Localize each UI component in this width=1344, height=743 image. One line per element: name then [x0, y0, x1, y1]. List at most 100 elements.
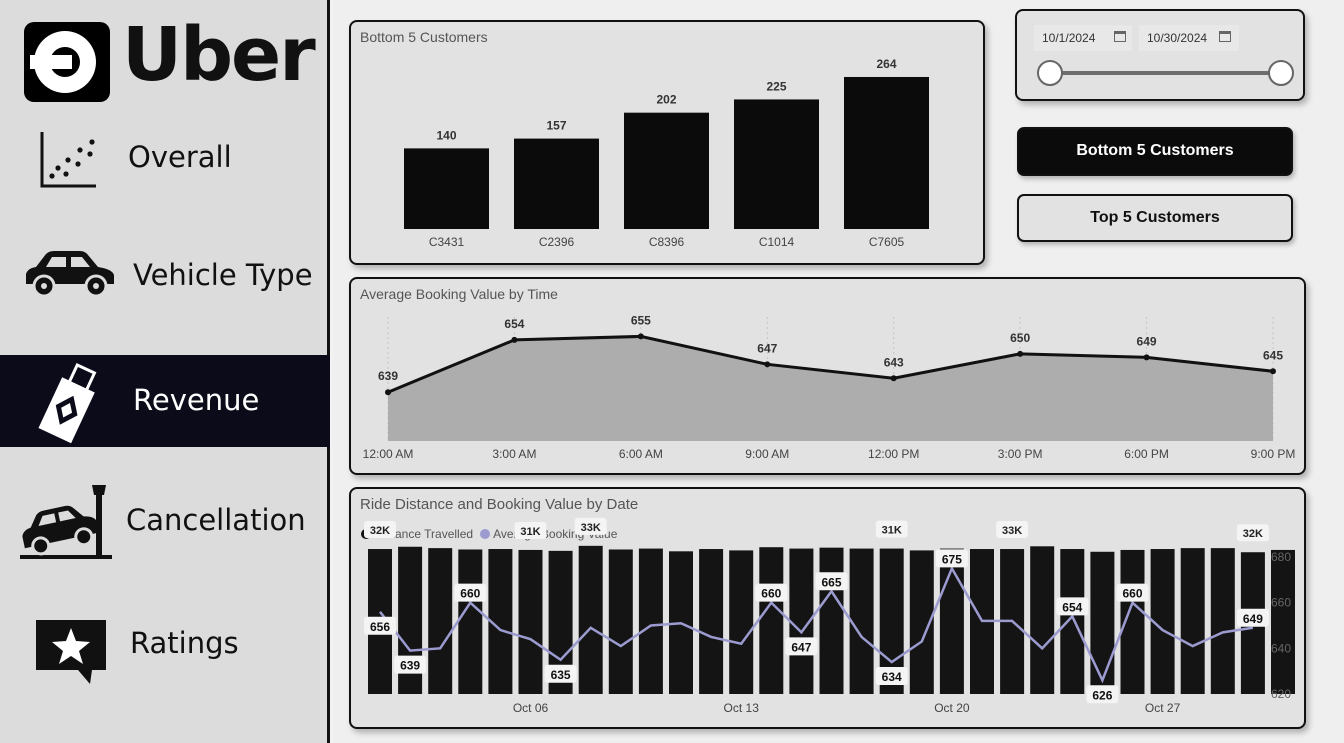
data-label: 660: [761, 587, 781, 601]
data-point: [637, 333, 644, 340]
data-label: 264: [876, 57, 896, 71]
data-label: 157: [546, 119, 566, 133]
x-tick-label: 3:00 PM: [998, 447, 1043, 461]
y2-tick-label: 640: [1271, 641, 1291, 655]
booking-by-time-card: Average Booking Value by Time 639 12:00 A…: [349, 277, 1306, 475]
data-label: 647: [791, 640, 811, 654]
bottom-customers-chart: 140 C3431 157 C2396 202 C8396 225 C1014 264 C7605: [404, 57, 929, 249]
x-tick-label: C3431: [429, 235, 465, 249]
bar: [699, 549, 724, 694]
x-tick-label: 6:00 AM: [619, 447, 663, 461]
x-tick-label: 6:00 PM: [1124, 447, 1169, 461]
data-point: [1017, 350, 1024, 357]
bottom-customers-button[interactable]: Bottom 5 Customers: [1017, 127, 1293, 176]
bar: [1060, 549, 1085, 694]
x-tick-label: 9:00 PM: [1251, 447, 1296, 461]
bar: [1090, 551, 1115, 694]
bar: [759, 547, 784, 694]
bar: [518, 549, 543, 694]
range-start-handle[interactable]: [1037, 60, 1063, 86]
data-label: 634: [882, 670, 902, 684]
bar: [1271, 549, 1295, 694]
sidebar: Uber Overall Vehicle Type Revenue Cancel…: [0, 0, 330, 743]
uber-logo: Uber: [22, 12, 316, 104]
data-label: 635: [551, 668, 571, 682]
x-tick-label: C7605: [869, 235, 905, 249]
bar: [819, 547, 844, 694]
bottom-customers-card: Bottom 5 Customers 140 C3431 157 C2396 202 C8…: [349, 20, 985, 265]
sidebar-item-label: Ratings: [130, 626, 239, 660]
bar: [1030, 546, 1055, 694]
sidebar-item-cancellation[interactable]: Cancellation: [0, 475, 330, 567]
y2-tick-label: 660: [1271, 596, 1291, 610]
x-tick-label: Oct 27: [1145, 701, 1181, 715]
data-label: 639: [378, 369, 398, 383]
y2-tick-label: 620: [1271, 687, 1291, 701]
booking-by-time-chart: 639 12:00 AM 654 3:00 AM 655 6:00 AM 647 9:00 A…: [363, 313, 1296, 461]
x-tick-label: C1014: [759, 235, 795, 249]
data-label: 654: [1062, 600, 1082, 614]
bar: [729, 550, 754, 694]
data-label: 660: [460, 587, 480, 601]
data-label: 647: [757, 341, 777, 355]
date-range-track[interactable]: [1050, 71, 1282, 75]
sidebar-item-vehicle-type[interactable]: Vehicle Type: [0, 230, 330, 322]
top-customers-button[interactable]: Top 5 Customers: [1017, 194, 1293, 242]
data-label: 675: [942, 552, 962, 566]
bar: [624, 112, 709, 229]
data-label: 656: [370, 620, 390, 634]
sidebar-item-label: Cancellation: [126, 503, 306, 537]
data-label: 32K: [370, 525, 390, 537]
sidebar-item-ratings[interactable]: Ratings: [0, 600, 330, 692]
bar: [428, 548, 453, 694]
data-point: [890, 375, 897, 382]
car-crash-icon: [20, 485, 112, 559]
calendar-icon[interactable]: [1219, 31, 1231, 42]
data-label: 665: [821, 575, 841, 589]
data-label: 225: [766, 79, 786, 93]
calendar-icon[interactable]: [1114, 31, 1126, 42]
logo-text: Uber: [122, 12, 316, 98]
x-tick-label: Oct 20: [934, 701, 970, 715]
star-speech-icon: [36, 620, 106, 684]
distance-booking-chart: 32K 31K 33K 31K 33K 32K 656 639 660 635 660 647 665 6…: [364, 517, 1295, 715]
data-label: 639: [400, 659, 420, 673]
data-label: 649: [1137, 334, 1157, 348]
x-tick-label: 3:00 AM: [492, 447, 536, 461]
scatter-chart-icon: [40, 132, 96, 188]
data-label: 654: [504, 317, 524, 331]
bar: [608, 549, 633, 694]
data-label: 645: [1263, 348, 1283, 362]
data-label: 33K: [1002, 525, 1022, 537]
data-label: 202: [656, 93, 676, 107]
distance-booking-card: Ride Distance and Booking Value by Date …: [349, 487, 1306, 729]
sidebar-item-label: Vehicle Type: [133, 258, 313, 292]
data-label: 31K: [882, 525, 902, 537]
date-slicer: 10/1/2024 10/30/2024: [1015, 9, 1305, 101]
x-tick-label: 12:00 PM: [868, 447, 919, 461]
range-end-handle[interactable]: [1268, 60, 1294, 86]
data-label: 140: [436, 128, 456, 142]
data-label: 32K: [1243, 528, 1263, 540]
data-point: [1270, 368, 1276, 375]
sidebar-item-revenue[interactable]: Revenue: [0, 355, 330, 447]
bar: [1180, 548, 1205, 694]
bar: [514, 138, 599, 229]
data-label: 33K: [581, 522, 601, 534]
car-icon: [26, 251, 114, 298]
data-label: 649: [1243, 612, 1263, 626]
sidebar-item-label: Revenue: [133, 383, 260, 417]
area-fill: [388, 336, 1273, 441]
x-tick-label: C2396: [539, 235, 575, 249]
data-point: [511, 336, 518, 343]
bar: [849, 548, 874, 694]
data-label: 626: [1092, 688, 1112, 702]
x-tick-label: Oct 06: [513, 701, 549, 715]
sidebar-item-overall[interactable]: Overall: [0, 112, 330, 204]
x-tick-label: 9:00 AM: [745, 447, 789, 461]
x-tick-label: Oct 13: [724, 701, 760, 715]
x-tick-label: C8396: [649, 235, 685, 249]
uber-logo-icon: [24, 22, 110, 102]
data-point: [385, 389, 391, 396]
data-label: 643: [884, 355, 904, 369]
